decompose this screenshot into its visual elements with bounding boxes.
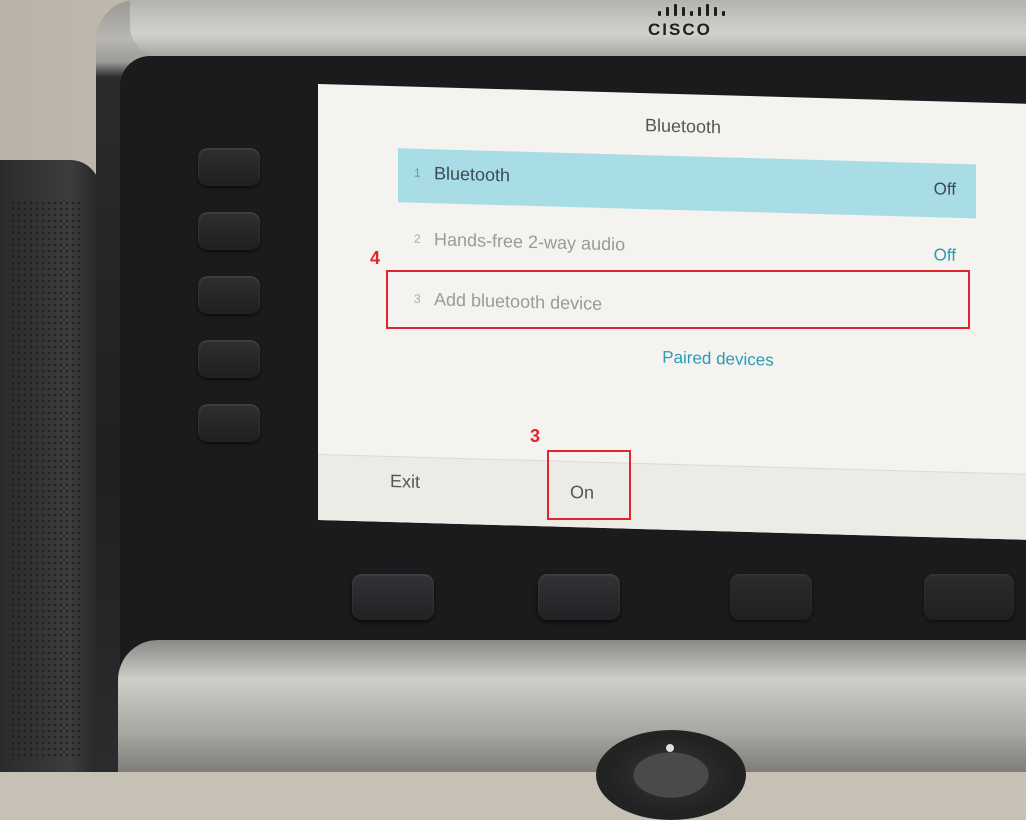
screen-title: Bluetooth <box>644 115 722 138</box>
softkey-button-4[interactable] <box>924 574 1014 620</box>
line-button-1[interactable] <box>198 148 260 186</box>
phone-handset <box>0 160 100 772</box>
item-number: 1 <box>414 165 421 180</box>
menu-item-bluetooth[interactable]: 1 Bluetooth Off <box>398 148 976 219</box>
annotation-step-4: 4 <box>370 248 381 268</box>
cisco-logo-icon <box>652 4 742 16</box>
item-number: 2 <box>414 231 421 246</box>
softkey-button-3[interactable] <box>730 574 812 620</box>
line-button-3[interactable] <box>198 276 260 314</box>
annotation-box-on-softkey <box>547 450 631 520</box>
softkey-button-2[interactable] <box>538 574 620 620</box>
annotation-step-3: 3 <box>530 426 541 446</box>
nav-up-indicator <box>666 744 674 752</box>
item-label: Hands-free 2-way audio <box>434 229 626 255</box>
line-button-4[interactable] <box>198 340 260 378</box>
line-button-5[interactable] <box>198 404 260 442</box>
line-button-2[interactable] <box>198 212 260 250</box>
item-value: Off <box>933 245 956 265</box>
bottom-bezel <box>118 640 1026 772</box>
top-bezel <box>130 0 1026 56</box>
softkey-button-1[interactable] <box>352 574 434 620</box>
paired-devices-link[interactable]: Paired devices <box>578 345 858 373</box>
brand-logo: CISCO <box>648 20 712 39</box>
annotation-box-add-device <box>386 270 970 329</box>
item-value: Off <box>933 179 956 199</box>
item-label: Bluetooth <box>434 163 511 186</box>
exit-softkey[interactable]: Exit <box>390 471 420 493</box>
